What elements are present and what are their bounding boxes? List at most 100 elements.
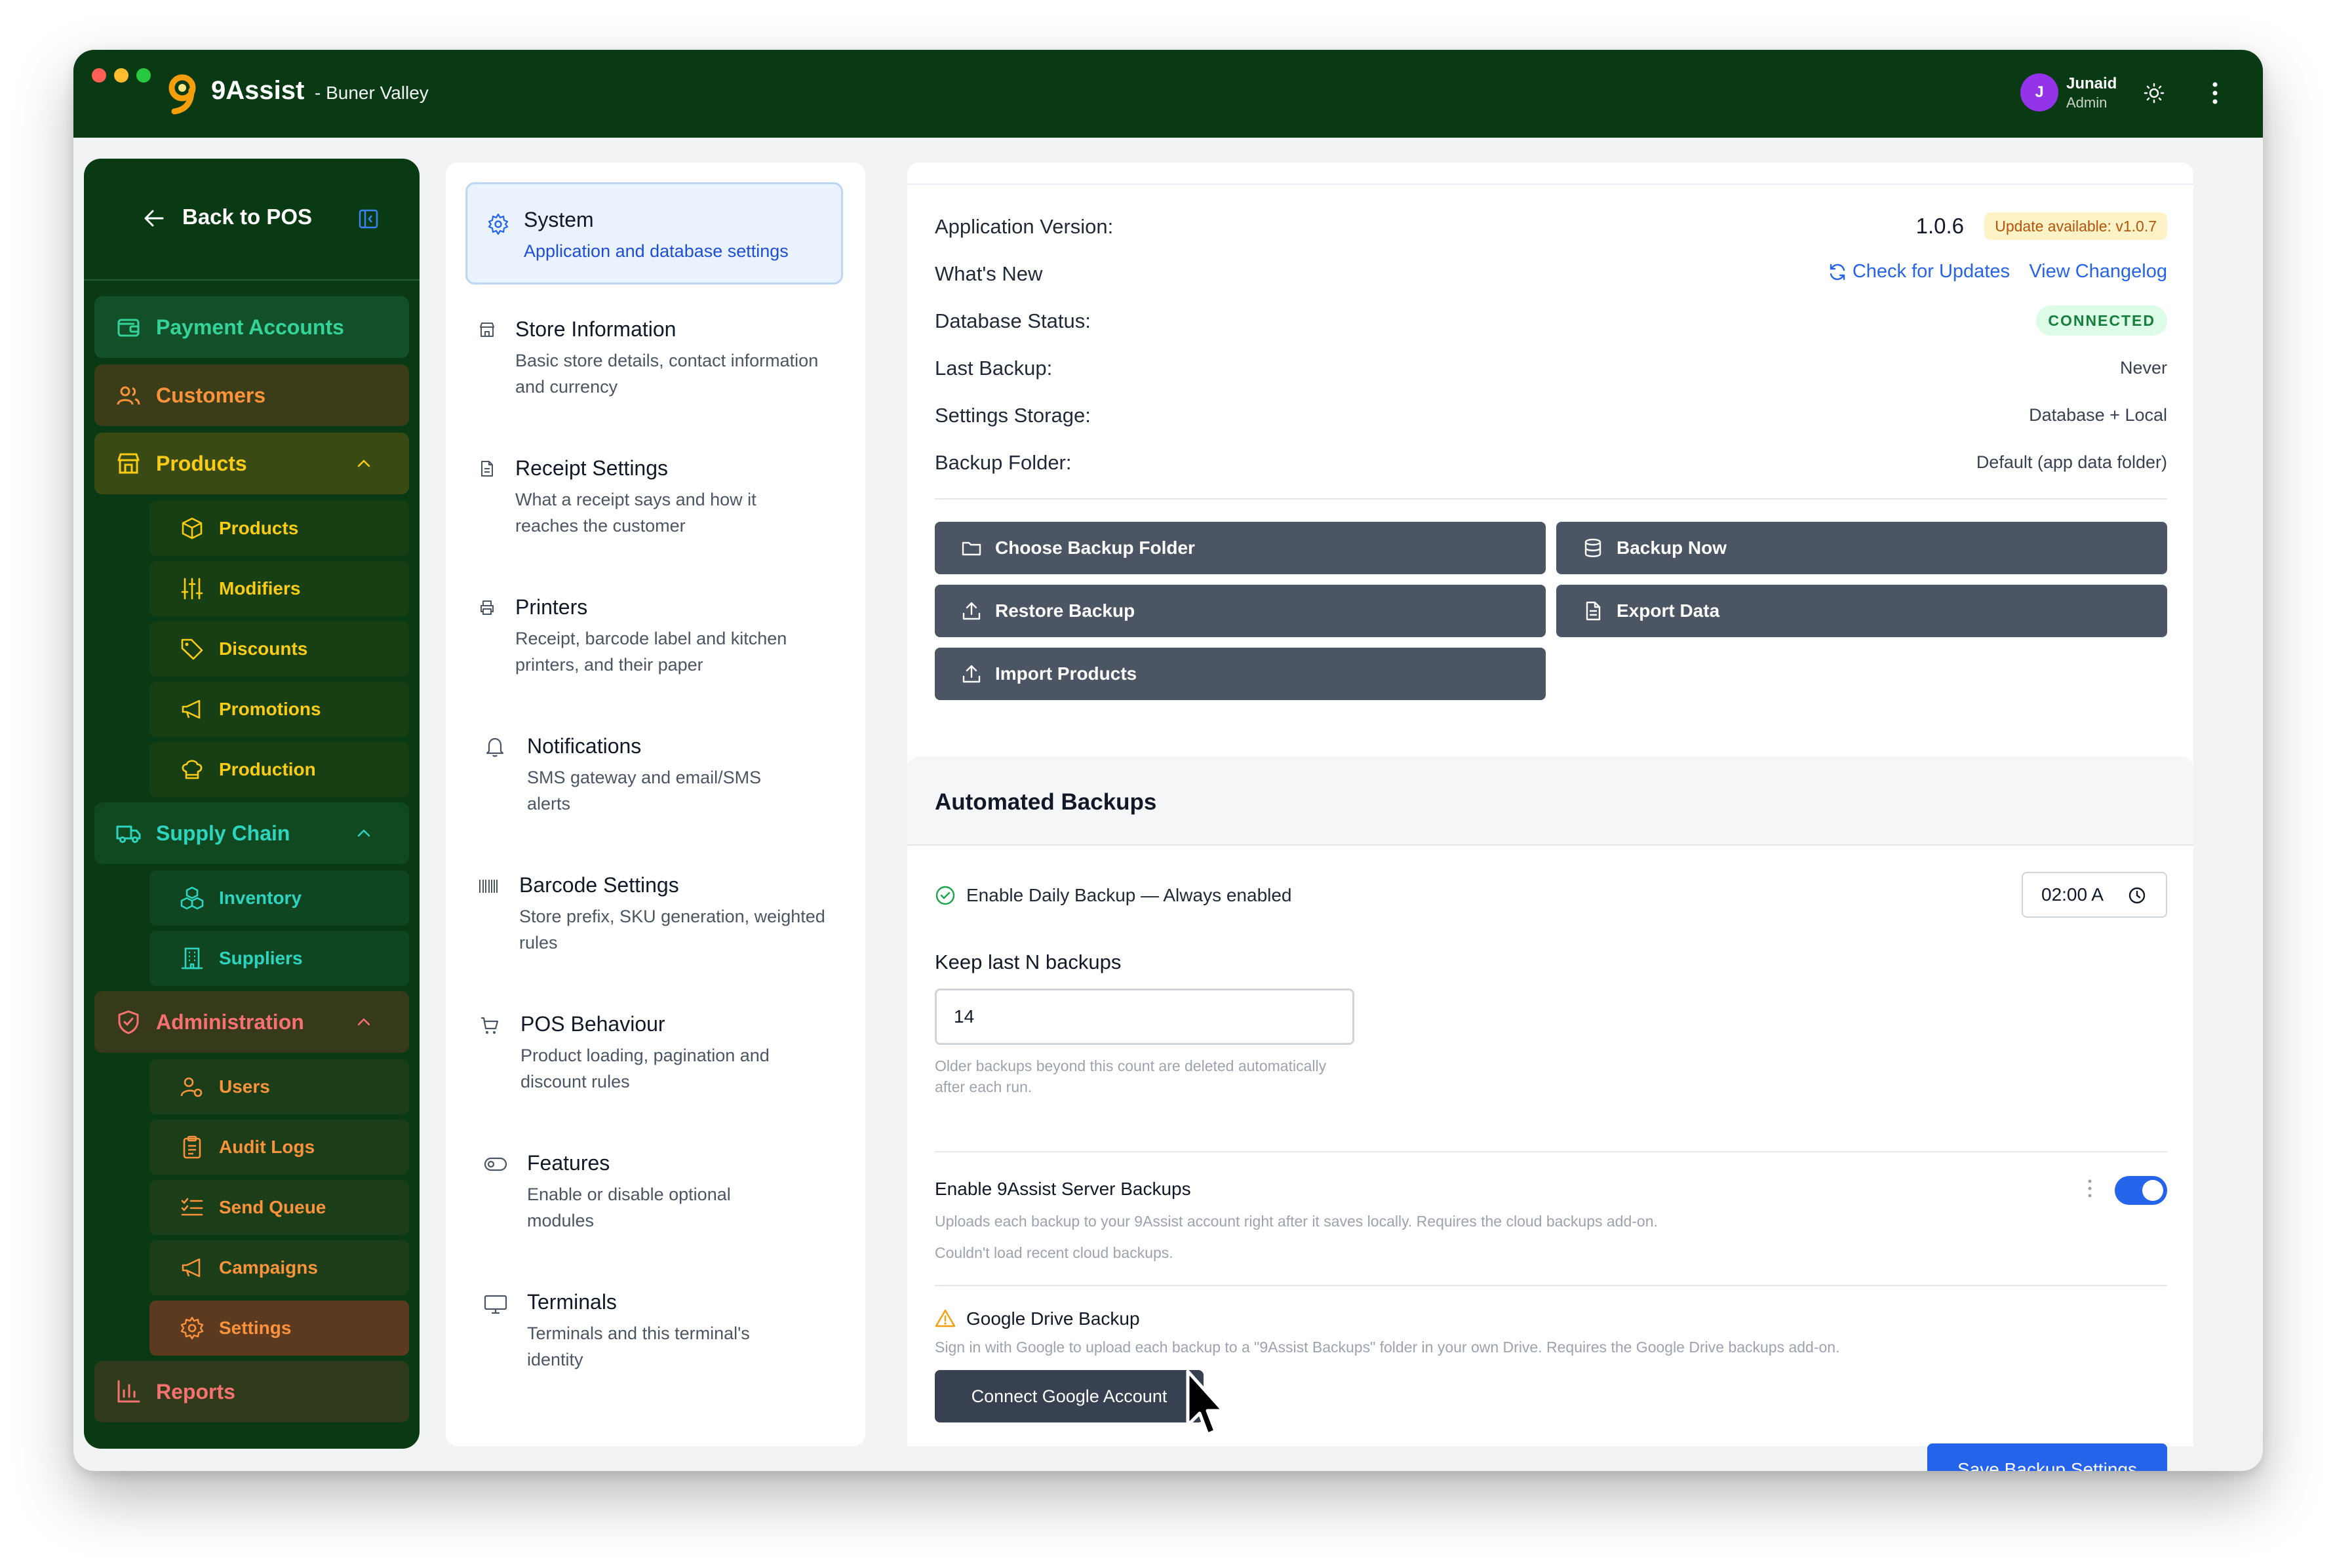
list-checks-icon (181, 1198, 203, 1216)
sidebar-item-label: Modifiers (219, 578, 301, 598)
check-for-updates-label: Check for Updates (1852, 261, 2010, 282)
sidebar-item-suppliers[interactable]: Suppliers (149, 931, 409, 986)
sidebar-group-products[interactable]: Products (94, 433, 409, 494)
folder-icon (962, 541, 981, 556)
settings-menu-system[interactable]: System Application and database settings (465, 182, 843, 284)
user-name: Junaid (2066, 75, 2117, 92)
sidebar-item-discounts[interactable]: Discounts (149, 621, 409, 676)
sidebar-item-inventory[interactable]: Inventory (149, 871, 409, 926)
sidebar-group-administration[interactable]: Administration (94, 991, 409, 1053)
menu-item-title: POS Behaviour (520, 1012, 665, 1036)
clock-icon[interactable] (2128, 886, 2146, 905)
menu-item-title: Printers (515, 595, 588, 619)
sidebar-item-payment-accounts[interactable]: Payment Accounts (94, 296, 409, 358)
sidebar-item-label: Send Queue (219, 1197, 326, 1217)
sidebar-item-customers[interactable]: Customers (94, 364, 409, 426)
connect-google-account-button[interactable]: Connect Google Account (935, 1370, 1204, 1422)
sidebar-item-products[interactable]: Products (149, 501, 409, 556)
settings-menu-features[interactable]: Features Enable or disable optional modu… (465, 1127, 843, 1259)
menu-item-title: Terminals (527, 1290, 617, 1314)
check-for-updates-link[interactable]: Check for Updates (1828, 261, 2010, 283)
sidebar-item-send-queue[interactable]: Send Queue (149, 1180, 409, 1235)
collapse-sidebar-icon[interactable] (358, 208, 379, 229)
google-drive-desc: Sign in with Google to upload each backu… (935, 1339, 1840, 1356)
clipboard-list-icon (183, 1135, 201, 1159)
app-window: 9Assist - Buner Valley J Junaid Admin Ba… (73, 50, 2263, 1471)
sidebar-item-label: Reports (156, 1379, 235, 1403)
backup-folder-value: Default (app data folder) (1976, 452, 2167, 472)
app-logo-icon (168, 74, 196, 115)
sidebar-item-campaigns[interactable]: Campaigns (149, 1240, 409, 1295)
gear-icon (488, 213, 509, 235)
divider (935, 498, 2167, 500)
chevron-up-icon (357, 1018, 370, 1026)
bell-icon (486, 737, 504, 757)
button-label: Backup Now (1617, 538, 1727, 558)
settings-menu-notifications[interactable]: Notifications SMS gateway and email/SMS … (465, 711, 843, 842)
sidebar-item-promotions[interactable]: Promotions (149, 682, 409, 737)
sidebar-item-label: Administration (156, 1009, 304, 1034)
sidebar-item-audit-logs[interactable]: Audit Logs (149, 1120, 409, 1175)
sidebar-item-production[interactable]: Production (149, 742, 409, 797)
close-window-button[interactable] (92, 68, 106, 83)
sun-icon[interactable] (2144, 83, 2165, 104)
keep-backups-input[interactable]: 14 (935, 989, 1354, 1045)
maximize-window-button[interactable] (136, 68, 151, 83)
menu-item-desc: Basic store details, contact information… (515, 351, 819, 397)
server-backups-toggle[interactable] (2115, 1176, 2167, 1205)
backup-time-input[interactable]: 02:00 A (2022, 872, 2167, 918)
import-products-button[interactable]: Import Products (935, 648, 1546, 700)
chevron-up-icon (357, 829, 370, 837)
boxes-icon (180, 886, 204, 910)
settings-menu-printers[interactable]: Printers Receipt, barcode label and kitc… (465, 572, 843, 703)
settings-menu-barcode-settings[interactable]: Barcode Settings Store prefix, SKU gener… (465, 850, 843, 981)
automated-backups-title: Automated Backups (935, 789, 1157, 815)
sidebar-item-label: Customers (156, 383, 266, 407)
more-vertical-icon[interactable] (2087, 1179, 2092, 1198)
sidebar-item-reports[interactable]: Reports (94, 1361, 409, 1422)
sidebar-item-settings[interactable]: Settings (149, 1301, 409, 1356)
sidebar-item-label: Audit Logs (219, 1137, 315, 1157)
restore-backup-button[interactable]: Restore Backup (935, 585, 1546, 637)
choose-backup-folder-button[interactable]: Choose Backup Folder (935, 522, 1546, 574)
truck-icon (116, 825, 141, 843)
monitor-icon (484, 1295, 507, 1314)
last-backup-label: Last Backup: (935, 357, 1053, 380)
sidebar-item-modifiers[interactable]: Modifiers (149, 561, 409, 616)
menu-item-desc: What a receipt says and how it reaches t… (515, 490, 756, 536)
user-cog-icon (180, 1077, 203, 1097)
avatar[interactable]: J (2020, 73, 2058, 111)
back-to-pos-button[interactable]: Back to POS (182, 205, 312, 229)
settings-menu-receipt-settings[interactable]: Receipt Settings What a receipt says and… (465, 433, 843, 564)
settings-menu-store-information[interactable]: Store Information Basic store details, c… (465, 294, 843, 425)
more-vertical-icon[interactable] (2212, 81, 2218, 105)
button-label: Export Data (1617, 600, 1720, 621)
export-data-button[interactable]: Export Data (1556, 585, 2167, 637)
upload-icon (962, 665, 981, 683)
settings-menu-pos-behaviour[interactable]: POS Behaviour Product loading, paginatio… (465, 989, 843, 1120)
minimize-window-button[interactable] (114, 68, 128, 83)
backup-now-button[interactable]: Backup Now (1556, 522, 2167, 574)
sidebar-item-label: Users (219, 1076, 270, 1097)
last-backup-value: Never (2119, 358, 2167, 378)
bar-chart-icon (117, 1380, 140, 1403)
update-available-badge[interactable]: Update available: v1.0.7 (1984, 212, 2167, 240)
sidebar-group-supply-chain[interactable]: Supply Chain (94, 802, 409, 864)
settings-menu-terminals[interactable]: Terminals Terminals and this terminal's … (465, 1266, 843, 1398)
sidebar-item-users[interactable]: Users (149, 1059, 409, 1114)
barcode-icon (479, 880, 498, 893)
app-version-value: 1.0.6 (1915, 214, 1964, 238)
file-text-icon (1586, 601, 1601, 621)
sidebar-item-label: Promotions (219, 699, 321, 719)
settings-storage-label: Settings Storage: (935, 404, 1091, 427)
menu-item-desc: Application and database settings (524, 241, 789, 261)
database-icon (1584, 538, 1601, 557)
backup-folder-label: Backup Folder: (935, 451, 1072, 474)
view-changelog-link[interactable]: View Changelog (2029, 261, 2167, 283)
save-backup-settings-button[interactable]: Save Backup Settings (1927, 1443, 2167, 1471)
divider (907, 184, 2193, 185)
menu-item-title: Receipt Settings (515, 456, 669, 480)
button-label: Choose Backup Folder (995, 538, 1195, 558)
automated-backups-card: Automated Backups Enable Daily Backup — … (907, 756, 2193, 1471)
wallet-icon (117, 319, 140, 337)
